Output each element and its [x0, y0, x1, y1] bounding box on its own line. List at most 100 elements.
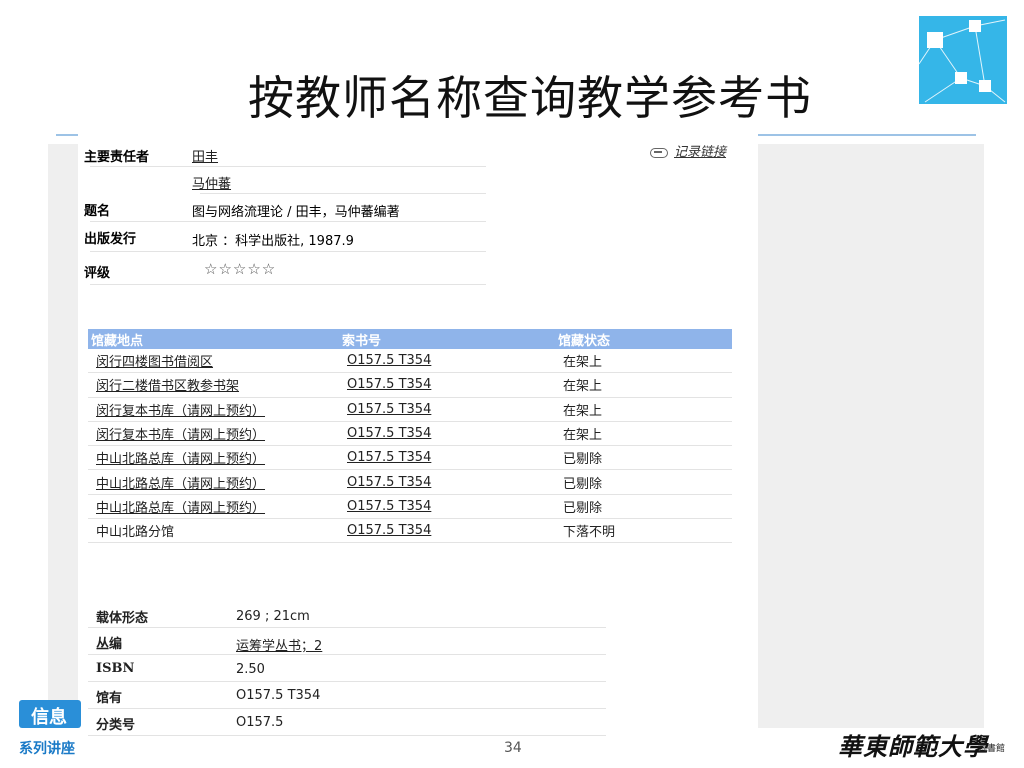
- status-text: 在架上: [563, 428, 603, 444]
- call-number-link[interactable]: O157.5 T354: [347, 353, 431, 368]
- chain-link-icon: [650, 147, 668, 158]
- status-text: 已剔除: [563, 476, 603, 492]
- call-number-cell: O157.5 T354: [339, 421, 555, 447]
- row-divider: [90, 166, 486, 167]
- call-number-link[interactable]: O157.5 T354: [347, 426, 431, 441]
- row-divider: [88, 708, 606, 709]
- row-divider: [200, 193, 486, 194]
- author-link-1[interactable]: 田丰: [192, 146, 218, 165]
- call-number-link[interactable]: O157.5 T354: [347, 402, 431, 417]
- status-cell: 在架上: [555, 372, 732, 398]
- isbn-label: ISBN: [96, 661, 135, 676]
- call-number-link[interactable]: O157.5 T354: [347, 523, 431, 538]
- location-text: 中山北路分馆: [96, 525, 175, 541]
- call-number-link[interactable]: O157.5 T354: [347, 499, 431, 514]
- call-number-cell: O157.5 T354: [339, 372, 555, 398]
- status-text: 下落不明: [563, 525, 616, 541]
- location-link[interactable]: 中山北路总库（请网上预约）: [96, 452, 265, 467]
- status-cell: 已剔除: [555, 494, 732, 520]
- network-logo-icon: [919, 16, 1007, 104]
- publish-label: 出版发行: [84, 232, 137, 247]
- status-cell: 在架上: [555, 349, 732, 374]
- author-link-2[interactable]: 马仲蕃: [192, 173, 231, 192]
- series-badge: 信息: [19, 700, 81, 728]
- call-number-cell: O157.5 T354: [339, 494, 555, 520]
- university-logo: 華東師範大學: [838, 732, 988, 761]
- location-cell: 闵行复本书库（请网上预约）: [88, 397, 339, 422]
- location-link[interactable]: 闵行二楼借书区教参书架: [96, 379, 239, 394]
- holdings-row: 闵行二楼借书区教参书架 O157.5 T354 在架上: [88, 372, 732, 398]
- location-link[interactable]: 闵行复本书库（请网上预约）: [96, 428, 265, 443]
- publish-value: 北京 ：科学出版社, 1987.9: [192, 234, 354, 249]
- holdings-row: 中山北路总库（请网上预约） O157.5 T354 已剔除: [88, 469, 732, 495]
- title-label: 题名: [84, 204, 111, 219]
- holdings-table: 馆藏地点 索书号 馆藏状态 闵行四楼图书借阅区 O157.5 T354 在架上 闵行二…: [88, 329, 732, 544]
- series-link[interactable]: 运筹学丛书；2: [236, 635, 322, 654]
- page-number: 34: [504, 740, 522, 756]
- location-cell: 闵行复本书库（请网上预约）: [88, 421, 339, 447]
- status-text: 已剔除: [563, 500, 603, 516]
- row-divider: [88, 681, 606, 682]
- holdings-row: 中山北路分馆 O157.5 T354 下落不明: [88, 518, 732, 544]
- call-number-link[interactable]: O157.5 T354: [347, 475, 431, 490]
- holdings-row: 中山北路总库（请网上预约） O157.5 T354 已剔除: [88, 445, 732, 471]
- row-divider: [88, 627, 606, 628]
- location-link[interactable]: 中山北路总库（请网上预约）: [96, 477, 265, 492]
- column-header-location: 馆藏地点: [88, 329, 339, 349]
- location-cell: 闵行二楼借书区教参书架: [88, 372, 339, 398]
- location-cell: 中山北路总库（请网上预约）: [88, 494, 339, 520]
- status-cell: 在架上: [555, 421, 732, 447]
- row-divider: [88, 654, 606, 655]
- call-number-link[interactable]: O157.5 T354: [347, 450, 431, 465]
- status-cell: 下落不明: [555, 518, 732, 544]
- record-link[interactable]: 记录链接: [650, 141, 726, 160]
- record-link-label: 记录链接: [674, 145, 727, 160]
- location-cell: 中山北路总库（请网上预约）: [88, 469, 339, 495]
- isbn-value: 2.50: [236, 662, 265, 677]
- row-divider: [88, 735, 606, 736]
- holdings-row: 闵行复本书库（请网上预约） O157.5 T354 在架上: [88, 421, 732, 447]
- holding-label: 馆有: [96, 691, 123, 706]
- row-divider: [90, 284, 486, 285]
- call-number-cell: O157.5 T354: [339, 469, 555, 495]
- column-header-call-number: 索书号: [339, 329, 555, 349]
- catalog-record-panel: 记录链接 主要责任者 田丰 马仲蕃 题名 图与网络流理论 / 田丰，马仲蕃编著 …: [78, 124, 758, 768]
- call-number-cell: O157.5 T354: [339, 445, 555, 471]
- location-link[interactable]: 闵行复本书库（请网上预约）: [96, 404, 265, 419]
- status-text: 在架上: [563, 355, 603, 371]
- holdings-row: 闵行四楼图书借阅区 O157.5 T354 在架上: [88, 349, 732, 374]
- call-number-link[interactable]: O157.5 T354: [347, 377, 431, 392]
- status-text: 已剔除: [563, 452, 603, 468]
- location-cell: 闵行四楼图书借阅区: [88, 349, 339, 374]
- call-number-cell: O157.5 T354: [339, 397, 555, 422]
- library-label: 圖書館: [978, 744, 1006, 754]
- series-caption: 系列讲座: [19, 741, 75, 757]
- status-text: 在架上: [563, 379, 603, 395]
- location-cell: 中山北路分馆: [88, 518, 339, 544]
- location-link[interactable]: 中山北路总库（请网上预约）: [96, 501, 265, 516]
- rating-stars[interactable]: ☆☆☆☆☆: [204, 260, 276, 278]
- holdings-row: 中山北路总库（请网上预约） O157.5 T354 已剔除: [88, 494, 732, 520]
- holdings-body: 闵行四楼图书借阅区 O157.5 T354 在架上 闵行二楼借书区教参书架 O157.5…: [88, 349, 732, 544]
- status-cell: 已剔除: [555, 469, 732, 495]
- status-cell: 在架上: [555, 397, 732, 422]
- status-cell: 已剔除: [555, 445, 732, 471]
- location-cell: 中山北路总库（请网上预约）: [88, 445, 339, 471]
- author-label: 主要责任者: [84, 150, 150, 165]
- carrier-value: 269 ; 21cm: [236, 609, 310, 624]
- row-divider: [90, 221, 486, 222]
- rating-label: 评级: [84, 266, 111, 281]
- badge-text: 信息: [31, 707, 67, 728]
- class-label: 分类号: [96, 718, 136, 733]
- call-number-cell: O157.5 T354: [339, 518, 555, 544]
- slide-title: 按教师名称查询教学参考书: [248, 71, 812, 125]
- location-link[interactable]: 闵行四楼图书借阅区: [96, 355, 213, 370]
- carrier-label: 载体形态: [96, 611, 149, 626]
- holdings-header-row: 馆藏地点 索书号 馆藏状态: [88, 329, 732, 349]
- series-label: 丛编: [96, 637, 123, 652]
- column-header-status: 馆藏状态: [555, 329, 732, 349]
- status-text: 在架上: [563, 403, 603, 419]
- call-number-cell: O157.5 T354: [339, 349, 555, 374]
- title-divider-right: [758, 134, 976, 136]
- title-value: 图与网络流理论 / 田丰，马仲蕃编著: [192, 205, 400, 220]
